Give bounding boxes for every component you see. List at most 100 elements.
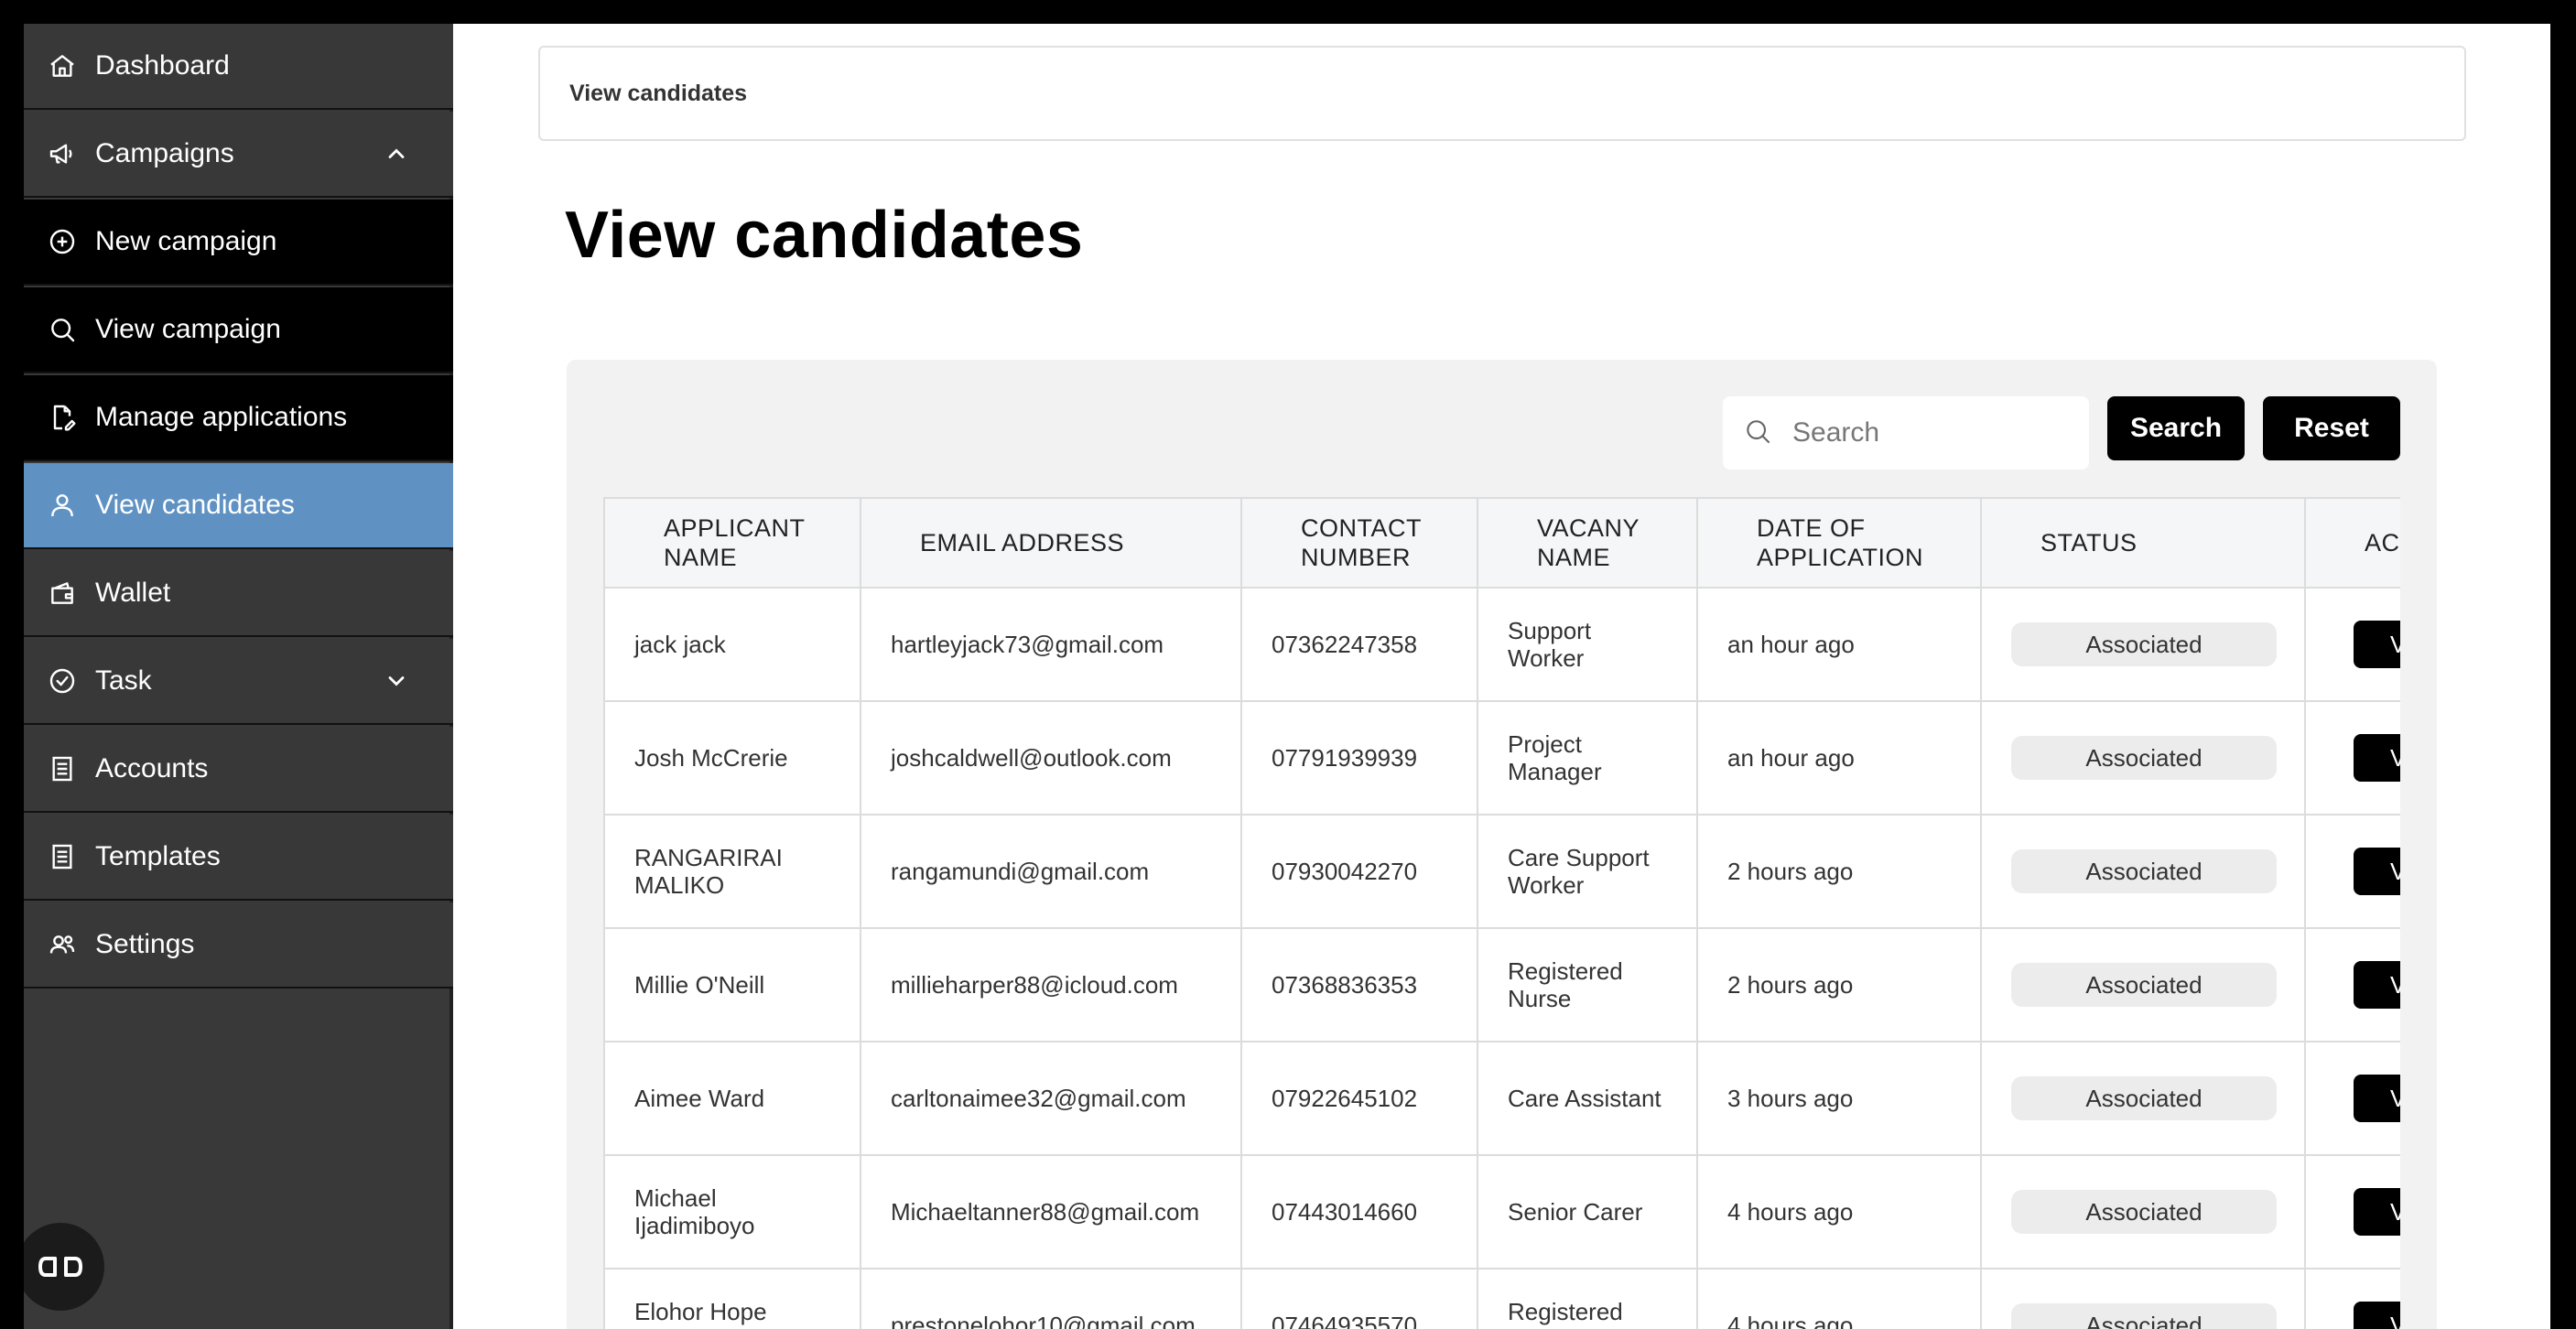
glasses-icon — [37, 1253, 84, 1280]
table-row: Elohor Hope Ewezu prestonelohor10@gmail.… — [603, 1268, 2400, 1329]
cell-email: prestonelohor10@gmail.com — [860, 1268, 1242, 1329]
cell-name: Michael Ijadimiboyo — [603, 1154, 861, 1270]
chevron-down-icon[interactable] — [384, 668, 409, 694]
sidebar-item-templates[interactable]: Templates — [24, 815, 453, 901]
column-header-contact[interactable]: CONTACT NUMBER — [1240, 497, 1478, 589]
cell-contact: 07368836353 — [1240, 927, 1478, 1043]
column-header-applicant-name[interactable]: APPLICANT NAME — [603, 497, 861, 589]
cell-contact: 07362247358 — [1240, 587, 1478, 702]
cell-name: Aimee Ward — [603, 1041, 861, 1156]
column-header-email[interactable]: EMAIL ADDRESS — [860, 497, 1242, 589]
cell-vacancy: Senior Carer — [1477, 1154, 1698, 1270]
breadcrumb: View candidates — [538, 46, 2466, 141]
cell-date: 4 hours ago — [1696, 1154, 1982, 1270]
cell-contact: 07922645102 — [1240, 1041, 1478, 1156]
view-button[interactable]: View — [2354, 1075, 2400, 1122]
cell-vacancy: Support Worker — [1477, 587, 1698, 702]
cell-actions: View — [2304, 1268, 2400, 1329]
column-header-vacancy[interactable]: VACANY NAME — [1477, 497, 1698, 589]
cell-name: Josh McCrerie — [603, 700, 861, 816]
view-button[interactable]: View — [2354, 734, 2400, 782]
status-badge: Associated — [2011, 963, 2277, 1007]
cell-status: Associated — [1980, 927, 2306, 1043]
table-row: jack jack hartleyjack73@gmail.com 073622… — [603, 587, 2400, 702]
cell-email: millieharper88@icloud.com — [860, 927, 1242, 1043]
cell-actions: View — [2304, 587, 2400, 702]
file-edit-icon — [48, 403, 77, 432]
status-badge: Associated — [2011, 1076, 2277, 1120]
column-header-actions: ACTIONS — [2304, 497, 2400, 589]
document-icon — [48, 842, 77, 871]
view-button[interactable]: View — [2354, 848, 2400, 895]
users-icon — [48, 930, 77, 959]
table-row: Michael Ijadimiboyo Michaeltanner88@gmai… — [603, 1154, 2400, 1270]
table-row: Josh McCrerie joshcaldwell@outlook.com 0… — [603, 700, 2400, 816]
cell-email: Michaeltanner88@gmail.com — [860, 1154, 1242, 1270]
chevron-up-icon[interactable] — [384, 141, 409, 167]
column-header-status[interactable]: STATUS — [1980, 497, 2306, 589]
sidebar-item-label: New campaign — [95, 226, 277, 256]
cell-status: Associated — [1980, 814, 2306, 929]
sidebar-item-manage-applications[interactable]: Manage applications — [24, 375, 453, 461]
status-badge: Associated — [2011, 1303, 2277, 1329]
sidebar-item-wallet[interactable]: Wallet — [24, 551, 453, 637]
sidebar-item-label: Dashboard — [95, 50, 230, 81]
column-header-date[interactable]: DATE OF APPLICATION — [1696, 497, 1982, 589]
sidebar-item-label: Accounts — [95, 753, 209, 783]
cell-contact: 07930042270 — [1240, 814, 1478, 929]
cell-actions: View — [2304, 700, 2400, 816]
sidebar-item-dashboard[interactable]: Dashboard — [24, 24, 453, 110]
table-row: Aimee Ward carltonaimee32@gmail.com 0792… — [603, 1041, 2400, 1156]
sidebar-item-settings[interactable]: Settings — [24, 902, 453, 989]
sidebar-item-label: Campaigns — [95, 138, 234, 168]
sidebar-item-view-campaign[interactable]: View campaign — [24, 287, 453, 373]
search-input[interactable] — [1792, 396, 2076, 470]
status-badge: Associated — [2011, 736, 2277, 780]
search-icon — [48, 315, 77, 344]
cell-vacancy: Care Support Worker — [1477, 814, 1698, 929]
view-button[interactable]: View — [2354, 1188, 2400, 1236]
document-icon — [48, 754, 77, 783]
search-button[interactable]: Search — [2107, 396, 2245, 460]
sidebar-item-view-candidates[interactable]: View candidates — [24, 463, 453, 549]
sidebar-item-label: Wallet — [95, 578, 171, 608]
cell-contact: 07443014660 — [1240, 1154, 1478, 1270]
view-button[interactable]: View — [2354, 961, 2400, 1009]
sidebar-item-campaigns[interactable]: Campaigns — [24, 112, 453, 198]
breadcrumb-current: View candidates — [569, 80, 748, 106]
sidebar-item-label: Settings — [95, 929, 195, 959]
cell-status: Associated — [1980, 700, 2306, 816]
cell-status: Associated — [1980, 587, 2306, 702]
cell-vacancy: Care Assistant — [1477, 1041, 1698, 1156]
search-icon — [1743, 416, 1772, 446]
cell-contact: 07464935570 — [1240, 1268, 1478, 1329]
sidebar-item-accounts[interactable]: Accounts — [24, 727, 453, 813]
accessibility-button[interactable] — [24, 1223, 104, 1311]
sidebar-item-new-campaign[interactable]: New campaign — [24, 200, 453, 286]
home-icon — [48, 51, 77, 81]
view-button[interactable]: View — [2354, 621, 2400, 668]
sidebar: Dashboard Campaigns New campaign View ca… — [24, 24, 453, 1329]
cell-status: Associated — [1980, 1154, 2306, 1270]
cell-date: 2 hours ago — [1696, 814, 1982, 929]
sidebar-item-label: Task — [95, 665, 152, 696]
candidates-panel: Search Reset APPLICANT NAM — [567, 360, 2437, 1329]
cell-contact: 07791939939 — [1240, 700, 1478, 816]
status-badge: Associated — [2011, 622, 2277, 666]
cell-date: 4 hours ago — [1696, 1268, 1982, 1329]
search-box[interactable] — [1723, 396, 2089, 470]
app-window: Dashboard Campaigns New campaign View ca… — [24, 24, 2550, 1329]
candidates-table: APPLICANT NAME EMAIL ADDRESS CONTACT NUM… — [603, 497, 2400, 1329]
sidebar-item-label: View campaign — [95, 314, 281, 344]
cell-name: RANGARIRAI MALIKO — [603, 814, 861, 929]
cell-name: Elohor Hope Ewezu — [603, 1268, 861, 1329]
check-circle-icon — [48, 666, 77, 696]
cell-actions: View — [2304, 1154, 2400, 1270]
cell-vacancy: Registered Nurse — [1477, 927, 1698, 1043]
cell-name: jack jack — [603, 587, 861, 702]
page-title: View candidates — [565, 199, 1084, 272]
sidebar-item-task[interactable]: Task — [24, 639, 453, 725]
candidates-table-scroll[interactable]: APPLICANT NAME EMAIL ADDRESS CONTACT NUM… — [603, 497, 2400, 1329]
reset-button[interactable]: Reset — [2263, 396, 2400, 460]
view-button[interactable]: View — [2354, 1302, 2400, 1329]
